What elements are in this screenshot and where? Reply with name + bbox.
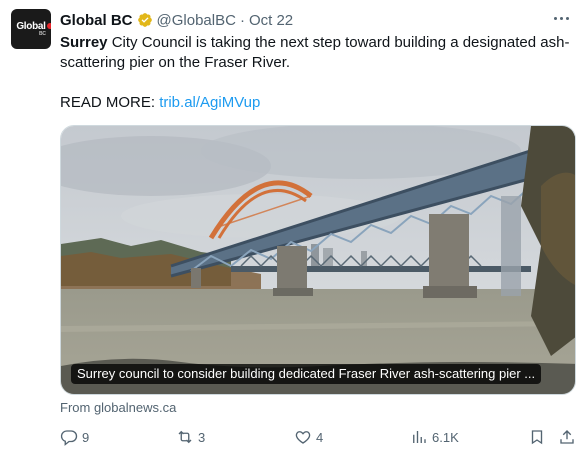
tweet-date[interactable]: Oct 22 [249, 12, 293, 29]
action-bar: 9 3 4 6.1K [60, 428, 576, 448]
reply-button[interactable]: 9 [60, 428, 89, 446]
views-button[interactable]: 6.1K [410, 428, 459, 446]
reply-icon [60, 430, 78, 446]
more-icon[interactable] [554, 12, 572, 24]
like-button[interactable]: 4 [294, 428, 323, 446]
views-icon [413, 431, 426, 443]
bridge-photo [61, 126, 575, 394]
link-card-media[interactable]: Surrey council to consider building dedi… [60, 125, 576, 395]
tweet-text-body: City Council is taking the next step tow… [60, 34, 570, 71]
read-more-link[interactable]: trib.al/AgiMVup [159, 94, 260, 111]
account-handle[interactable]: @GlobalBC [157, 12, 236, 29]
share-button[interactable] [558, 428, 576, 446]
repost-icon [178, 430, 192, 444]
tweet-card[interactable]: Global BC Global BC @GlobalBC · Oct 22 S… [0, 0, 584, 452]
link-source[interactable]: From globalnews.ca [60, 400, 176, 415]
read-more-label: READ MORE: [60, 94, 156, 111]
share-icon [560, 430, 574, 444]
avatar-logo: Global BC [16, 21, 51, 37]
verified-icon[interactable] [137, 12, 153, 28]
tweet-header: Global BC @GlobalBC · Oct 22 [60, 10, 293, 30]
header-separator: · [239, 11, 245, 29]
repost-button[interactable]: 3 [176, 428, 205, 446]
tweet-text: Surrey City Council is taking the next s… [60, 33, 570, 73]
avatar[interactable]: Global BC [11, 9, 51, 49]
tweet-text-lead[interactable]: Surrey [60, 34, 108, 51]
bookmark-icon [531, 430, 543, 445]
account-name[interactable]: Global BC [60, 12, 133, 29]
link-card-caption: Surrey council to consider building dedi… [71, 364, 542, 384]
read-more-line: READ MORE: trib.al/AgiMVup [60, 93, 260, 113]
reply-count: 9 [82, 429, 90, 445]
views-count: 6.1K [432, 429, 459, 445]
like-count: 4 [316, 429, 324, 445]
bookmark-button[interactable] [528, 428, 546, 446]
repost-count: 3 [198, 429, 206, 445]
like-icon [295, 431, 311, 444]
